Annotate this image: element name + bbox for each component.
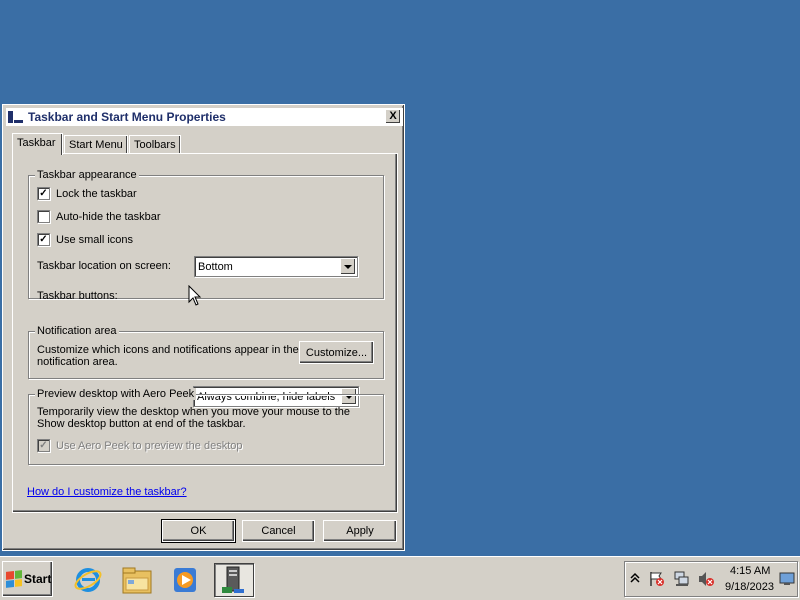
notification-area-legend: Notification area (35, 325, 119, 337)
lock-taskbar-label: Lock the taskbar (56, 187, 137, 200)
server-manager-icon (222, 566, 244, 593)
show-hidden-icons-chevron[interactable] (630, 572, 640, 584)
clock-time[interactable]: 4:15 AM (730, 565, 770, 577)
apply-button[interactable]: Apply (323, 520, 397, 542)
aero-peek-option: ✓ Use Aero Peek to preview the desktop (37, 439, 243, 452)
taskbar-location-select[interactable]: Bottom (194, 256, 358, 277)
media-player-icon (174, 568, 196, 592)
action-center-flag-icon[interactable] (648, 570, 666, 588)
network-icon[interactable] (673, 570, 691, 588)
tab-toolbars[interactable]: Toolbars (129, 135, 181, 154)
small-icons-label: Use small icons (56, 233, 134, 246)
mouse-cursor-icon (188, 285, 202, 306)
ok-button[interactable]: OK (161, 519, 236, 543)
checkmark-icon: ✓ (39, 187, 48, 199)
aero-peek-group: Preview desktop with Aero Peek Temporari… (28, 388, 384, 465)
file-explorer-icon (122, 567, 152, 594)
checkmark-icon: ✓ (39, 439, 48, 451)
internet-explorer-icon (74, 568, 102, 592)
lock-taskbar-checkbox[interactable]: ✓ (37, 187, 50, 200)
aero-peek-description: Temporarily view the desktop when you mo… (37, 406, 351, 430)
auto-hide-label: Auto-hide the taskbar (56, 210, 161, 223)
taskbar-properties-icon (8, 110, 24, 124)
windows-logo-icon (6, 570, 22, 588)
aero-peek-checkbox: ✓ (37, 439, 50, 452)
start-label: Start (24, 572, 52, 586)
taskbar-properties-dialog: Taskbar and Start Menu Properties X Task… (2, 104, 405, 551)
close-button[interactable]: X (385, 109, 401, 124)
taskbar-appearance-legend: Taskbar appearance (35, 169, 139, 181)
tab-taskbar[interactable]: Taskbar (12, 133, 63, 155)
auto-hide-option[interactable]: Auto-hide the taskbar (37, 210, 161, 223)
cancel-button[interactable]: Cancel (242, 520, 315, 542)
lock-taskbar-option[interactable]: ✓ Lock the taskbar (37, 187, 137, 200)
customize-button[interactable]: Customize... (299, 341, 374, 364)
aero-peek-label: Use Aero Peek to preview the desktop (56, 439, 243, 452)
clock-date[interactable]: 9/18/2023 (725, 581, 774, 593)
tab-start-menu[interactable]: Start Menu (64, 135, 128, 154)
help-link[interactable]: How do I customize the taskbar? (27, 486, 187, 498)
taskbar-location-value: Bottom (198, 260, 233, 273)
checkmark-icon: ✓ (39, 233, 48, 245)
start-button[interactable]: Start (2, 561, 53, 597)
title-bar[interactable]: Taskbar and Start Menu Properties X (6, 108, 403, 126)
server-manager-button[interactable] (214, 563, 254, 597)
media-player-button[interactable] (165, 563, 205, 597)
close-icon: X (389, 110, 397, 122)
aero-peek-legend: Preview desktop with Aero Peek (35, 388, 197, 400)
file-explorer-button[interactable] (117, 563, 157, 597)
show-desktop-icon[interactable] (779, 572, 795, 586)
chevron-down-icon[interactable] (340, 258, 356, 275)
notification-description: Customize which icons and notifications … (37, 344, 299, 368)
small-icons-option[interactable]: ✓ Use small icons (37, 233, 133, 246)
taskbar-appearance-group: Taskbar appearance ✓ Lock the taskbar Au… (28, 169, 384, 302)
window-title: Taskbar and Start Menu Properties (28, 110, 226, 124)
tab-panel-taskbar: Taskbar appearance ✓ Lock the taskbar Au… (12, 153, 398, 513)
notification-area-group: Notification area Customize which icons … (28, 325, 384, 379)
internet-explorer-button[interactable] (68, 563, 108, 597)
buttons-label: Taskbar buttons: (37, 290, 118, 302)
small-icons-checkbox[interactable]: ✓ (37, 233, 50, 246)
auto-hide-checkbox[interactable] (37, 210, 50, 223)
volume-muted-icon[interactable] (697, 570, 715, 588)
location-label: Taskbar location on screen: (37, 260, 171, 272)
